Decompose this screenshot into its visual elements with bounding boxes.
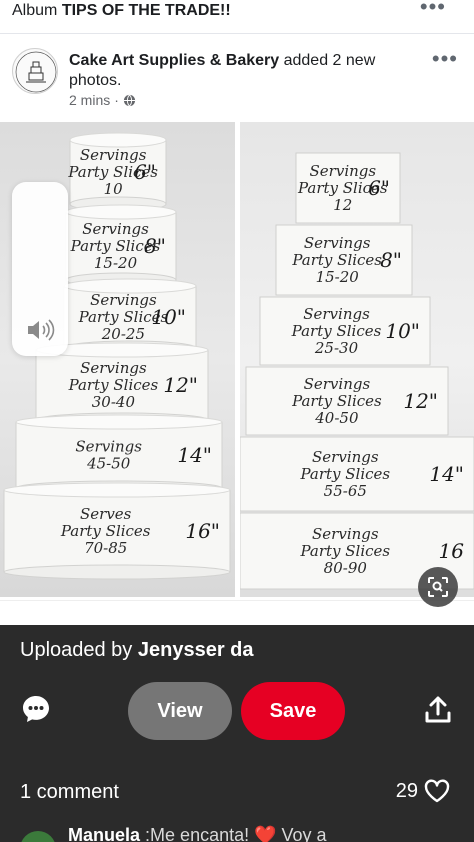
cake-tier: ServingsParty Slices30-40 12" (35, 342, 209, 428)
speaker-icon (28, 319, 55, 341)
tier-size-label: 12" (163, 373, 198, 397)
tier-size-label: 8" (144, 234, 166, 258)
tier-label-line: Party Slices (299, 465, 390, 483)
tier-label-line: Party Slices (291, 322, 382, 340)
cake-logo-icon (15, 51, 57, 93)
facebook-post: Album TIPS OF THE TRADE!! ••• Cake Art S… (0, 0, 474, 625)
uploader-name[interactable]: Jenysser da (138, 639, 254, 661)
tier-label-line: Party Slices (60, 522, 151, 540)
comment-preview-text: Manuela :Me encanta! ❤️ Voy a (68, 825, 327, 842)
post-meta: 2 mins · (69, 92, 136, 108)
tier-label-line: 70-85 (84, 539, 127, 557)
tier-label-line: 20-25 (101, 325, 145, 343)
cake-tier: ServingsParty Slices106" (67, 132, 167, 212)
tier-size-label: 6" (368, 176, 390, 200)
tier-size-label: 14" (429, 462, 464, 486)
pin-detail-sheet: Uploaded by Jenysser da View Save 1 comm… (0, 625, 474, 842)
album-prefix: Album (12, 2, 58, 19)
tier-label-line: 15-20 (316, 268, 360, 286)
cake-tier: ServingsParty Slices15-20 8" (275, 224, 413, 296)
cake-tier: ServingsParty Slices55-65 14" (240, 436, 474, 512)
tier-label-line: Servings (310, 162, 377, 180)
heart-outline-icon[interactable] (424, 779, 450, 803)
album-name: TIPS OF THE TRADE!! (61, 2, 231, 19)
photo-grid: Servings Party Slices 10 6" Servings Party Sl… (0, 122, 474, 597)
comment-bubble-icon (23, 696, 49, 722)
share-button[interactable] (424, 695, 452, 725)
globe-icon (123, 94, 135, 106)
tier-label-line: 25-30 (314, 339, 359, 357)
uploaded-prefix: Uploaded by (20, 639, 133, 661)
tier-label-line: Servings (82, 220, 149, 238)
tier-label-line: Party Slices (299, 542, 390, 560)
tier-size-label: 12" (403, 389, 438, 413)
tier-size-label: 10" (385, 319, 420, 343)
tier-size-label: 16 (439, 539, 465, 563)
page-avatar[interactable] (12, 48, 58, 94)
cake-tier: ServesParty Slices70-85 16" (3, 482, 231, 580)
cake-tier: ServingsParty Slices25-30 10" (259, 296, 431, 366)
tier-label-line: 80-90 (324, 559, 368, 577)
comment-count[interactable]: 1 comment (20, 781, 119, 804)
more-dots-icon[interactable]: ••• (420, 0, 446, 20)
tier-label-line: Servings (303, 305, 370, 323)
square-cake-tiers-image: ServingsParty Slices126"ServingsParty Sl… (240, 152, 474, 590)
volume-indicator (12, 182, 68, 356)
cake-tier: ServingsParty Slices40-50 12" (245, 366, 449, 436)
tier-label-line: 12 (333, 196, 352, 214)
view-button[interactable]: View (128, 682, 232, 740)
reaction-strip (0, 600, 474, 625)
comment-body: :Me encanta! ❤️ Voy a (145, 825, 327, 842)
like-count: 29 (395, 779, 418, 802)
tier-label-line: 10 (104, 180, 124, 198)
tier-size-label: 14" (177, 443, 212, 467)
lens-search-icon (428, 577, 448, 597)
tier-label-line: Servings (80, 359, 147, 377)
tier-label-line: 15-20 (94, 254, 138, 272)
tier-size-label: 16" (185, 519, 220, 543)
tier-label-line: Servings (312, 525, 379, 543)
share-upload-icon (425, 696, 451, 723)
tier-label-line: Servings (304, 375, 371, 393)
tier-label-line: Party Slices (68, 376, 159, 394)
tier-size-label: 8" (380, 248, 402, 272)
album-bar: Album TIPS OF THE TRADE!! ••• (0, 0, 474, 34)
comment-button[interactable] (20, 693, 52, 725)
tier-label-line: 55-65 (324, 482, 367, 500)
tier-size-label: 10" (151, 305, 186, 329)
tier-label-line: Party Slices (291, 392, 382, 410)
post-header: Cake Art Supplies & Bakery added 2 new p… (0, 40, 474, 112)
tier-label-line: Servings (312, 448, 379, 466)
save-button[interactable]: Save (241, 682, 345, 740)
tier-label-line: 30-40 (92, 393, 136, 411)
tier-label-line: Servings (90, 291, 157, 309)
tier-label-line: 45-50 (86, 455, 131, 473)
comment-preview[interactable]: Manuela :Me encanta! ❤️ Voy a (20, 825, 460, 842)
post-author-line: Cake Art Supplies & Bakery added 2 new p… (69, 51, 419, 91)
tier-label-line: Party Slices (291, 251, 382, 269)
lens-search-button[interactable] (418, 567, 458, 607)
tier-label-line: 40-50 (314, 409, 359, 427)
tier-label-line: Servings (304, 234, 371, 252)
photo-square-cakes[interactable]: Servings Party Slices 12 6" Servings Party Sl… (240, 122, 474, 597)
meta-separator: · (114, 92, 119, 108)
tier-label-line: Servings (75, 438, 142, 456)
uploaded-by: Uploaded by Jenysser da (20, 639, 254, 662)
avatar (20, 831, 56, 842)
post-time[interactable]: 2 mins (69, 92, 110, 108)
cake-tier: ServingsParty Slices126" (295, 152, 401, 224)
more-dots-icon[interactable]: ••• (432, 46, 458, 72)
tier-label-line: Serves (80, 505, 132, 523)
album-title[interactable]: Album TIPS OF THE TRADE!! (12, 2, 231, 20)
commenter-name: Manuela (68, 825, 141, 842)
page-name[interactable]: Cake Art Supplies & Bakery (69, 52, 279, 69)
cake-tier: ServingsParty Slices15-208" (65, 204, 177, 288)
like-group: 29 (396, 779, 450, 803)
tier-size-label: 6" (134, 160, 156, 184)
